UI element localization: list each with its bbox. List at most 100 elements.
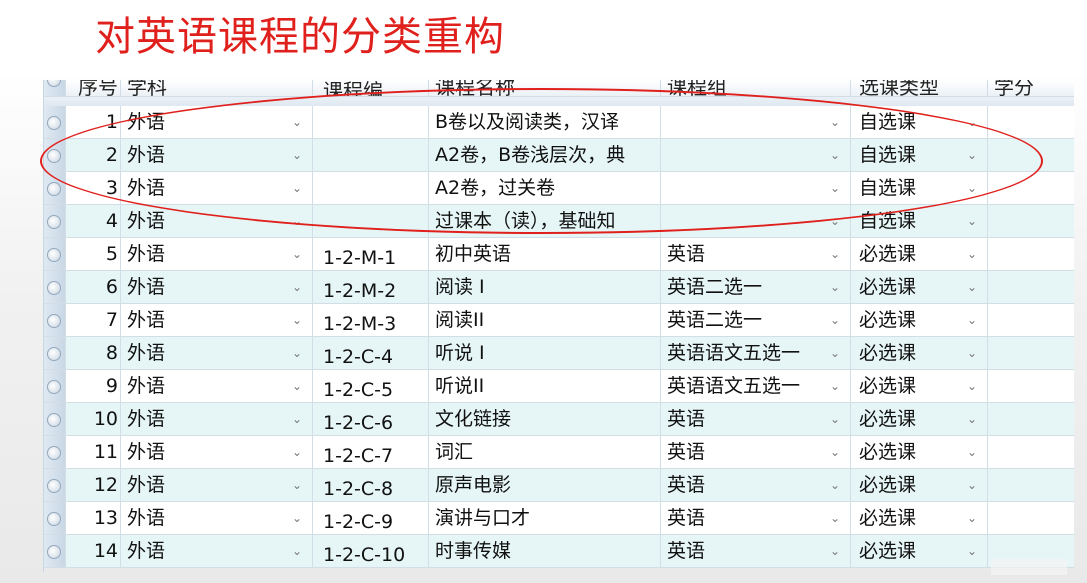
subject-select[interactable]: 外语 ⌄ <box>121 271 313 304</box>
chevron-down-icon[interactable]: ⌄ <box>830 403 840 435</box>
subject-select[interactable]: 外语 ⌄ <box>121 205 313 238</box>
table-row[interactable]: 10 外语 ⌄ 1-2-C-6 文化链接 英语 ⌄ 必选课 ⌄ <box>44 403 1074 436</box>
course-code-cell[interactable]: 1-2-C-8 <box>313 469 429 502</box>
row-selector[interactable] <box>44 535 66 568</box>
course-code-cell[interactable] <box>313 139 429 172</box>
course-group-select[interactable]: 英语 ⌄ <box>661 403 851 436</box>
chevron-down-icon[interactable]: ⌄ <box>967 469 977 501</box>
column-header-type[interactable]: 选课类型 <box>851 80 988 97</box>
chevron-down-icon[interactable]: ⌄ <box>292 304 302 336</box>
selection-type-select[interactable]: 必选课 ⌄ <box>851 337 988 370</box>
course-group-select[interactable]: ⌄ <box>661 172 851 205</box>
row-selector[interactable] <box>44 403 66 436</box>
chevron-down-icon[interactable]: ⌄ <box>830 139 840 171</box>
chevron-down-icon[interactable]: ⌄ <box>830 502 840 534</box>
chevron-down-icon[interactable]: ⌄ <box>292 271 302 303</box>
chevron-down-icon[interactable]: ⌄ <box>292 205 302 237</box>
course-name-cell[interactable]: 演讲与口才 <box>429 502 661 535</box>
course-code-cell[interactable]: 1-2-C-5 <box>313 370 429 403</box>
chevron-down-icon[interactable]: ⌄ <box>967 172 977 204</box>
chevron-down-icon[interactable]: ⌄ <box>292 238 302 270</box>
course-name-cell[interactable]: 文化链接 <box>429 403 661 436</box>
chevron-down-icon[interactable]: ⌄ <box>292 139 302 171</box>
selection-type-select[interactable]: 自选课 ⌄ <box>851 139 988 172</box>
subject-select[interactable]: 外语 ⌄ <box>121 436 313 469</box>
chevron-down-icon[interactable]: ⌄ <box>292 535 302 567</box>
credit-cell[interactable] <box>988 403 1074 436</box>
row-selector[interactable] <box>44 436 66 469</box>
table-row[interactable]: 7 外语 ⌄ 1-2-M-3 阅读II 英语二选一 ⌄ 必选课 ⌄ <box>44 304 1074 337</box>
course-group-select[interactable]: ⌄ <box>661 139 851 172</box>
course-group-select[interactable]: ⌄ <box>661 205 851 238</box>
chevron-down-icon[interactable]: ⌄ <box>830 238 840 270</box>
course-code-cell[interactable]: 1-2-C-6 <box>313 403 429 436</box>
selection-type-select[interactable]: 必选课 ⌄ <box>851 238 988 271</box>
course-name-cell[interactable]: 阅读 I <box>429 271 661 304</box>
row-selector[interactable] <box>44 337 66 370</box>
chevron-down-icon[interactable]: ⌄ <box>292 502 302 534</box>
chevron-down-icon[interactable]: ⌄ <box>292 172 302 204</box>
course-name-cell[interactable]: 阅读II <box>429 304 661 337</box>
table-row[interactable]: 6 外语 ⌄ 1-2-M-2 阅读 I 英语二选一 ⌄ 必选课 ⌄ <box>44 271 1074 304</box>
row-selector[interactable] <box>44 502 66 535</box>
course-group-select[interactable]: 英语 ⌄ <box>661 436 851 469</box>
chevron-down-icon[interactable]: ⌄ <box>830 436 840 468</box>
chevron-down-icon[interactable]: ⌄ <box>967 238 977 270</box>
selection-type-select[interactable]: 必选课 ⌄ <box>851 403 988 436</box>
chevron-down-icon[interactable]: ⌄ <box>967 370 977 402</box>
chevron-down-icon[interactable]: ⌄ <box>830 205 840 237</box>
chevron-down-icon[interactable]: ⌄ <box>292 469 302 501</box>
chevron-down-icon[interactable]: ⌄ <box>292 436 302 468</box>
chevron-down-icon[interactable]: ⌄ <box>967 106 977 138</box>
selection-type-select[interactable]: 必选课 ⌄ <box>851 436 988 469</box>
table-row[interactable]: 5 外语 ⌄ 1-2-M-1 初中英语 英语 ⌄ 必选课 ⌄ <box>44 238 1074 271</box>
subject-select[interactable]: 外语 ⌄ <box>121 403 313 436</box>
table-row[interactable]: 11 外语 ⌄ 1-2-C-7 词汇 英语 ⌄ 必选课 ⌄ <box>44 436 1074 469</box>
table-row[interactable]: 4 外语 ⌄ 过课本（读），基础知 ⌄ 自选课 ⌄ <box>44 205 1074 238</box>
column-header-group[interactable]: 课程组 <box>661 80 851 97</box>
credit-cell[interactable] <box>988 205 1074 238</box>
credit-cell[interactable] <box>988 502 1074 535</box>
row-selector[interactable] <box>44 469 66 502</box>
row-selector[interactable] <box>44 271 66 304</box>
subject-select[interactable]: 外语 ⌄ <box>121 469 313 502</box>
row-selector[interactable] <box>44 139 66 172</box>
selection-type-select[interactable]: 自选课 ⌄ <box>851 172 988 205</box>
selection-type-select[interactable]: 自选课 ⌄ <box>851 106 988 139</box>
course-group-select[interactable]: 英语二选一 ⌄ <box>661 304 851 337</box>
selection-type-select[interactable]: 必选课 ⌄ <box>851 469 988 502</box>
select-all-cell[interactable] <box>44 80 66 97</box>
course-group-select[interactable]: 英语 ⌄ <box>661 469 851 502</box>
chevron-down-icon[interactable]: ⌄ <box>967 502 977 534</box>
course-name-cell[interactable]: B卷以及阅读类，汉译 <box>429 106 661 139</box>
table-row[interactable]: 8 外语 ⌄ 1-2-C-4 听说 I 英语语文五选一 ⌄ 必选课 ⌄ <box>44 337 1074 370</box>
credit-cell[interactable] <box>988 172 1074 205</box>
course-name-cell[interactable]: A2卷，B卷浅层次，典 <box>429 139 661 172</box>
chevron-down-icon[interactable]: ⌄ <box>830 106 840 138</box>
column-header-name[interactable]: 课程名称 <box>429 80 661 97</box>
chevron-down-icon[interactable]: ⌄ <box>967 436 977 468</box>
credit-cell[interactable] <box>988 106 1074 139</box>
course-code-cell[interactable]: 1-2-C-4 <box>313 337 429 370</box>
course-code-cell[interactable]: 1-2-C-9 <box>313 502 429 535</box>
chevron-down-icon[interactable]: ⌄ <box>967 271 977 303</box>
credit-cell[interactable] <box>988 139 1074 172</box>
table-row[interactable]: 12 外语 ⌄ 1-2-C-8 原声电影 英语 ⌄ 必选课 ⌄ <box>44 469 1074 502</box>
row-selector[interactable] <box>44 304 66 337</box>
credit-cell[interactable] <box>988 337 1074 370</box>
selection-type-select[interactable]: 必选课 ⌄ <box>851 370 988 403</box>
chevron-down-icon[interactable]: ⌄ <box>830 271 840 303</box>
course-code-cell[interactable] <box>313 205 429 238</box>
course-name-cell[interactable]: 过课本（读），基础知 <box>429 205 661 238</box>
course-group-select[interactable]: 英语 ⌄ <box>661 238 851 271</box>
chevron-down-icon[interactable]: ⌄ <box>967 535 977 567</box>
course-name-cell[interactable]: 初中英语 <box>429 238 661 271</box>
selection-type-select[interactable]: 必选课 ⌄ <box>851 271 988 304</box>
chevron-down-icon[interactable]: ⌄ <box>967 403 977 435</box>
chevron-down-icon[interactable]: ⌄ <box>292 370 302 402</box>
chevron-down-icon[interactable]: ⌄ <box>830 370 840 402</box>
course-code-cell[interactable]: 1-2-C-7 <box>313 436 429 469</box>
course-group-select[interactable]: 英语二选一 ⌄ <box>661 271 851 304</box>
course-name-cell[interactable]: A2卷，过关卷 <box>429 172 661 205</box>
course-code-cell[interactable]: 1-2-C-10 <box>313 535 429 568</box>
